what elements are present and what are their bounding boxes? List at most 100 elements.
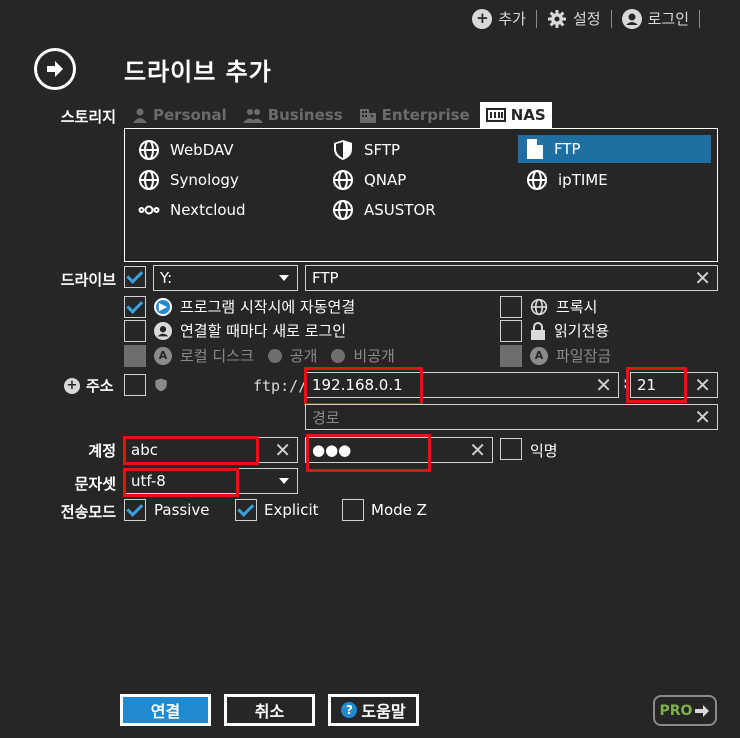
charset-label: 문자셋 bbox=[74, 475, 116, 493]
service-synology[interactable]: Synology bbox=[138, 166, 239, 194]
building-icon bbox=[359, 109, 376, 123]
person-icon bbox=[133, 108, 147, 123]
clear-icon[interactable]: ✕ bbox=[694, 407, 711, 427]
help-label: 도움말 bbox=[361, 702, 406, 721]
globe-icon bbox=[530, 298, 548, 315]
tab-label: NAS bbox=[510, 106, 546, 124]
service-label: Nextcloud bbox=[170, 201, 246, 219]
service-iptime[interactable]: ipTIME bbox=[526, 166, 608, 194]
user-icon bbox=[154, 321, 172, 340]
pro-label: PRO bbox=[659, 702, 693, 719]
page-title: 드라이브 추가 bbox=[124, 58, 272, 86]
clear-icon[interactable]: ✕ bbox=[469, 440, 486, 460]
explicit-checkbox[interactable] bbox=[235, 499, 257, 521]
play-icon: ▶ bbox=[154, 297, 172, 316]
help-button[interactable]: ? 도움말 bbox=[328, 694, 419, 726]
address-label: 주소 bbox=[86, 377, 114, 395]
clear-icon[interactable]: ✕ bbox=[274, 440, 291, 460]
clear-icon[interactable]: ✕ bbox=[694, 375, 711, 395]
drive-letter-value: Y: bbox=[160, 269, 173, 287]
add-menu[interactable]: + 추가 bbox=[472, 8, 526, 29]
plus-icon: + bbox=[472, 8, 493, 29]
service-nextcloud[interactable]: Nextcloud bbox=[138, 196, 246, 224]
anonymous-label: 익명 bbox=[530, 442, 558, 460]
private-label: 비공개 bbox=[353, 347, 395, 365]
nextcloud-icon bbox=[138, 205, 160, 215]
globe-icon bbox=[527, 170, 547, 190]
filelock-option: A 파일잠금 bbox=[530, 345, 611, 366]
user-icon bbox=[621, 8, 642, 29]
drive-name-input[interactable]: FTP ✕ bbox=[305, 265, 718, 291]
service-asustor[interactable]: ASUSTOR bbox=[332, 196, 436, 224]
shield-icon bbox=[155, 378, 167, 392]
storage-tabs: Personal Business Enterprise NAS bbox=[126, 102, 552, 128]
private-radio bbox=[331, 348, 346, 363]
autoconnect-option: ▶ 프로그램 시작시에 자동연결 bbox=[154, 296, 355, 317]
login-menu[interactable]: 로그인 bbox=[621, 8, 689, 29]
tab-nas[interactable]: NAS bbox=[479, 102, 552, 128]
tab-label: Business bbox=[267, 106, 343, 124]
tab-label: Enterprise bbox=[381, 106, 470, 124]
plus-icon[interactable]: + bbox=[64, 377, 80, 394]
highlight-box bbox=[123, 436, 259, 465]
divider bbox=[699, 9, 700, 28]
proxy-checkbox[interactable] bbox=[500, 296, 522, 318]
service-qnap[interactable]: QNAP bbox=[332, 166, 406, 194]
nas-icon bbox=[485, 108, 506, 122]
explicit-label: Explicit bbox=[264, 501, 319, 519]
highlight-box bbox=[626, 367, 687, 403]
service-label: SFTP bbox=[364, 141, 401, 159]
help-icon: ? bbox=[341, 702, 358, 718]
connect-button[interactable]: 연결 bbox=[120, 694, 211, 726]
tab-business[interactable]: Business bbox=[237, 102, 349, 128]
gear-icon bbox=[547, 9, 566, 28]
pro-button[interactable]: PRO bbox=[653, 695, 717, 726]
proxy-label: 프록시 bbox=[556, 298, 598, 316]
path-placeholder: 경로 bbox=[312, 408, 340, 427]
highlight-box bbox=[304, 367, 423, 406]
service-webdav[interactable]: WebDAV bbox=[138, 136, 234, 164]
globe-icon bbox=[139, 170, 159, 190]
globe-icon bbox=[139, 140, 159, 160]
drive-label: 드라이브 bbox=[60, 271, 116, 289]
clear-icon[interactable]: ✕ bbox=[595, 375, 612, 395]
autoconnect-checkbox[interactable] bbox=[124, 296, 146, 318]
localdisk-checkbox bbox=[124, 345, 146, 367]
service-label: ipTIME bbox=[558, 171, 608, 189]
public-radio bbox=[267, 348, 282, 363]
modez-label: Mode Z bbox=[371, 501, 427, 519]
settings-label: 설정 bbox=[572, 10, 601, 28]
relogin-option: 연결할 때마다 새로 로그인 bbox=[154, 320, 346, 341]
service-ftp[interactable]: FTP bbox=[518, 135, 711, 163]
tab-enterprise[interactable]: Enterprise bbox=[353, 102, 476, 128]
path-input[interactable]: 경로 ✕ bbox=[305, 404, 718, 430]
service-sftp[interactable]: SFTP bbox=[332, 136, 400, 164]
modez-checkbox[interactable] bbox=[342, 499, 364, 521]
relogin-checkbox[interactable] bbox=[124, 320, 146, 342]
login-label: 로그인 bbox=[647, 10, 689, 28]
back-button[interactable] bbox=[34, 48, 76, 90]
passive-label: Passive bbox=[154, 501, 210, 519]
group-icon bbox=[242, 109, 263, 123]
highlight-box bbox=[123, 468, 239, 497]
service-label: QNAP bbox=[364, 171, 407, 189]
passive-checkbox[interactable] bbox=[124, 499, 146, 521]
auto-icon: A bbox=[530, 346, 548, 365]
globe-icon bbox=[333, 170, 353, 190]
address-checkbox[interactable] bbox=[124, 374, 146, 396]
auto-icon: A bbox=[154, 346, 172, 365]
shield-icon bbox=[334, 140, 352, 160]
cancel-button[interactable]: 취소 bbox=[224, 694, 315, 726]
anonymous-checkbox[interactable] bbox=[500, 438, 522, 460]
filelock-label: 파일잠금 bbox=[556, 347, 612, 365]
readonly-label: 읽기전용 bbox=[554, 322, 610, 340]
clear-icon[interactable]: ✕ bbox=[694, 268, 711, 288]
chevron-down-icon bbox=[279, 275, 289, 281]
drive-letter-select[interactable]: Y: bbox=[153, 265, 298, 291]
readonly-checkbox[interactable] bbox=[500, 320, 522, 342]
tab-personal[interactable]: Personal bbox=[126, 102, 233, 128]
drive-checkbox[interactable] bbox=[124, 266, 146, 288]
settings-menu[interactable]: 설정 bbox=[547, 8, 601, 29]
divider bbox=[610, 9, 612, 28]
address-label-group: + 주소 bbox=[64, 375, 114, 396]
